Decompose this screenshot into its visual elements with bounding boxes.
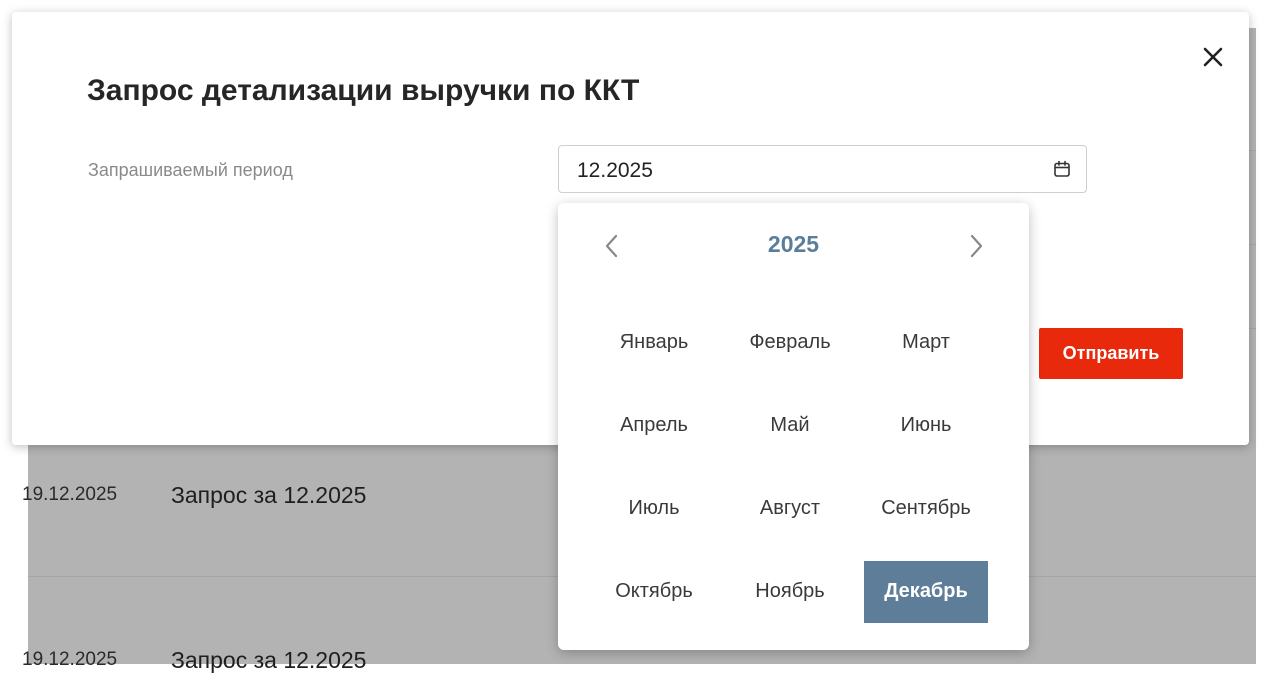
month-jun[interactable]: Июнь: [858, 384, 994, 467]
row-date: 19.12.2025: [22, 484, 118, 505]
row-title: Запрос за 12.2025: [171, 647, 367, 673]
month-may[interactable]: Май: [722, 384, 858, 467]
close-icon[interactable]: [1198, 42, 1228, 72]
month-oct[interactable]: Октябрь: [586, 550, 722, 633]
picker-year[interactable]: 2025: [558, 231, 1029, 258]
month-label: Октябрь: [615, 580, 693, 602]
month-label: Июль: [628, 497, 680, 519]
period-input[interactable]: 12.2025: [558, 145, 1087, 193]
month-jul[interactable]: Июль: [586, 467, 722, 550]
month-picker: 2025 Январь Февраль Март Апрель Май Июнь…: [558, 203, 1029, 650]
calendar-icon[interactable]: [1052, 159, 1072, 179]
row-date: 19.12.2025: [22, 649, 118, 670]
month-label: Апрель: [620, 414, 688, 436]
month-mar[interactable]: Март: [858, 301, 994, 384]
period-input-value: 12.2025: [577, 159, 653, 182]
month-label: Июнь: [900, 414, 952, 436]
month-grid: Январь Февраль Март Апрель Май Июнь Июль…: [586, 301, 994, 633]
table-row[interactable]: 19.12.2025 Запрос за 12.2025: [22, 646, 1256, 676]
month-feb[interactable]: Февраль: [722, 301, 858, 384]
month-label: Декабрь: [864, 560, 988, 623]
month-label: Ноябрь: [755, 580, 825, 602]
month-label: Май: [770, 414, 810, 436]
dialog-title: Запрос детализации выручки по ККТ: [87, 74, 640, 107]
chevron-right-icon[interactable]: [964, 231, 988, 261]
month-sep[interactable]: Сентябрь: [858, 467, 994, 550]
month-label: Сентябрь: [881, 497, 971, 519]
period-label: Запрашиваемый период: [88, 160, 293, 180]
month-jan[interactable]: Январь: [586, 301, 722, 384]
month-dec-selected[interactable]: Декабрь: [858, 550, 994, 633]
month-nov[interactable]: Ноябрь: [722, 550, 858, 633]
month-label: Февраль: [749, 331, 831, 353]
month-aug[interactable]: Август: [722, 467, 858, 550]
submit-button[interactable]: Отправить: [1039, 328, 1183, 379]
month-label: Январь: [619, 331, 689, 353]
row-title: Запрос за 12.2025: [171, 482, 367, 508]
month-apr[interactable]: Апрель: [586, 384, 722, 467]
month-label: Август: [759, 497, 821, 519]
month-label: Март: [902, 331, 950, 353]
